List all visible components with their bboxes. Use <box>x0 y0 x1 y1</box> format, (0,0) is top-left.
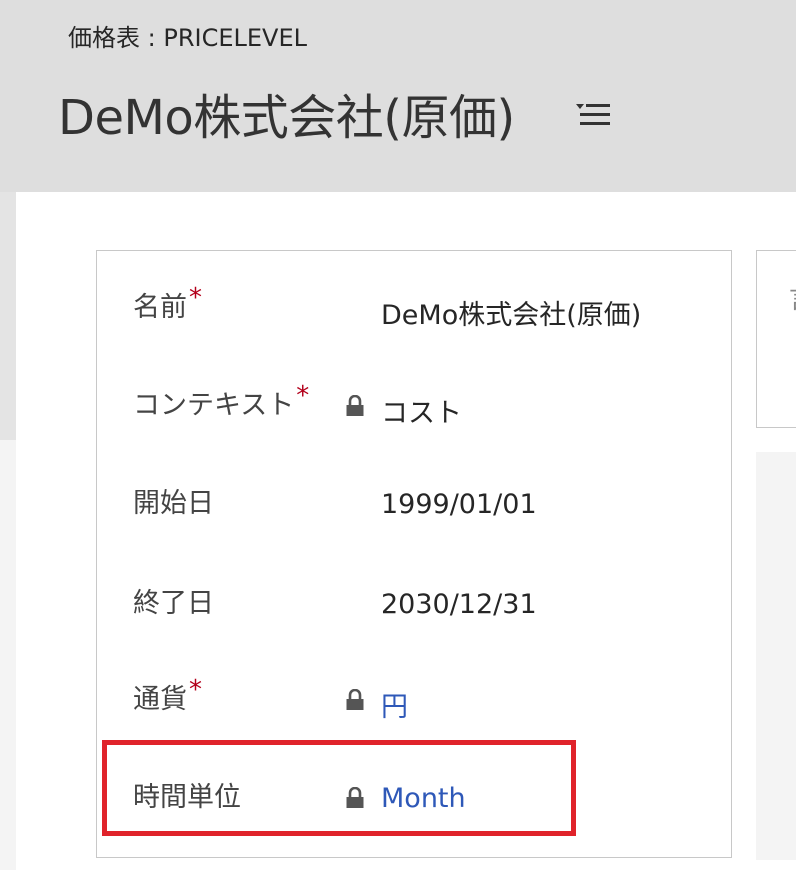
left-strip <box>0 440 16 870</box>
field-label-start-date: 開始日 <box>133 488 214 519</box>
field-row-start-date: 開始日 1999/01/01 <box>97 467 731 527</box>
side-panel <box>756 452 796 860</box>
field-row-name: 名前* DeMo株式会社(原価) <box>97 271 731 331</box>
field-value-currency-link[interactable]: 円 <box>381 685 408 724</box>
field-row-end-date: 終了日 2030/12/31 <box>97 567 731 627</box>
lock-icon <box>346 787 364 808</box>
field-label-name: 名前* <box>133 283 202 323</box>
record-title: DeMo株式会社(原価) <box>58 90 515 146</box>
field-value-start-date[interactable]: 1999/01/01 <box>381 489 537 520</box>
side-section: 言 <box>756 250 796 428</box>
field-value-context: コスト <box>381 398 462 429</box>
side-section-partial-text: 言 <box>789 279 796 316</box>
field-row-context: コンテキスト* コスト <box>97 369 731 429</box>
field-row-time-unit: 時間単位 Month <box>97 761 731 821</box>
list-menu-icon[interactable] <box>576 100 612 130</box>
lock-icon <box>346 689 364 710</box>
field-label-end-date: 終了日 <box>133 588 214 619</box>
required-marker: * <box>296 381 310 411</box>
field-value-name[interactable]: DeMo株式会社(原価) <box>381 293 641 332</box>
field-value-time-unit-link[interactable]: Month <box>381 783 466 814</box>
field-label-currency: 通貨* <box>133 675 202 715</box>
entity-type-label: 価格表 : PRICELEVEL <box>68 24 307 52</box>
field-value-end-date[interactable]: 2030/12/31 <box>381 589 537 620</box>
required-marker: * <box>189 283 202 313</box>
field-row-currency: 通貨* 円 <box>97 663 731 723</box>
field-label-time-unit: 時間単位 <box>133 782 241 813</box>
general-section: 名前* DeMo株式会社(原価) コンテキスト* コスト 開始日 1999/01… <box>96 250 732 858</box>
lock-icon <box>346 395 364 416</box>
required-marker: * <box>189 675 202 705</box>
field-label-context: コンテキスト* <box>133 381 310 421</box>
page-header: 価格表 : PRICELEVEL DeMo株式会社(原価) <box>0 0 796 192</box>
